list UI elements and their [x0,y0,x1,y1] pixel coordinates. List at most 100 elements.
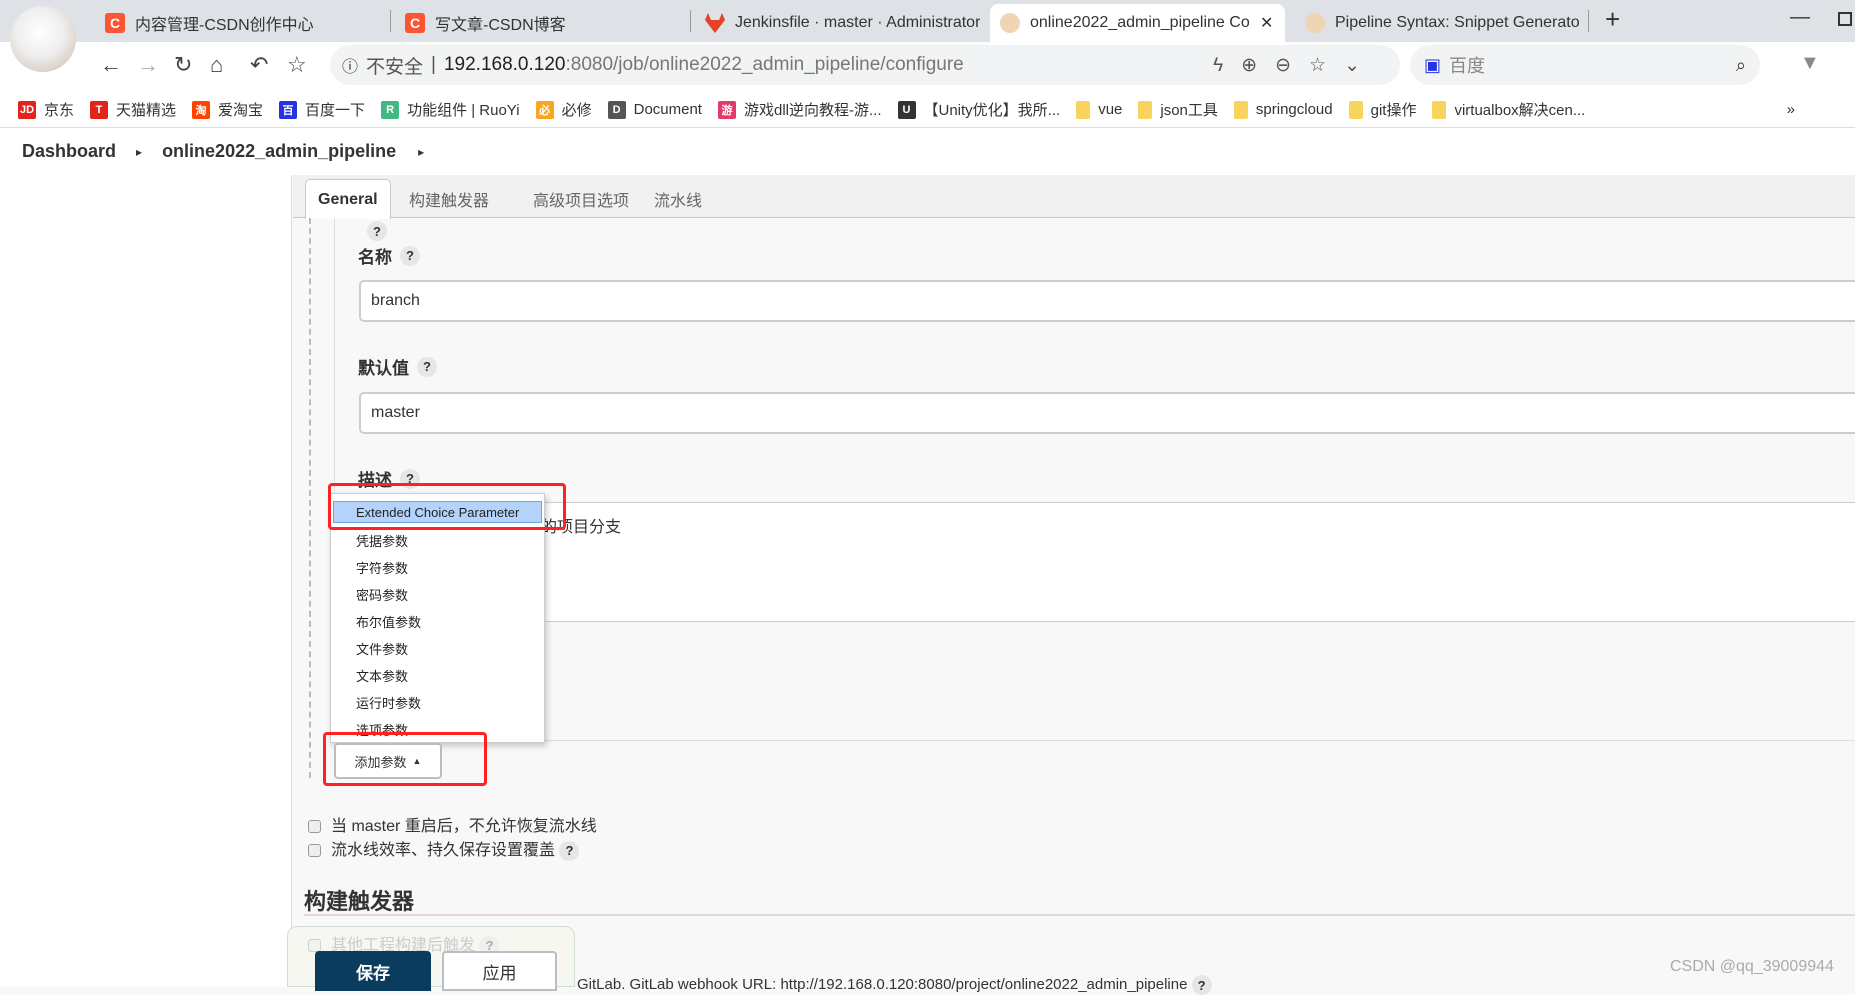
bookmark-label: 京东 [44,102,75,119]
highlight-box [328,483,566,530]
name-label: 名称? [358,243,420,268]
gitlab-icon [705,13,725,33]
help-icon[interactable]: ? [367,221,387,241]
info-icon: ⓘ [342,59,359,76]
maximize-icon[interactable] [1838,12,1852,26]
menu-item[interactable]: 文件参数 [331,635,544,662]
menu-item[interactable]: 运行时参数 [331,689,544,716]
browser-tab[interactable]: C 写文章-CSDN博客 [395,4,685,42]
menu-item[interactable]: 布尔值参数 [331,608,544,635]
tab-advanced[interactable]: 高级项目选项 [521,179,641,219]
home-icon[interactable]: ⌂ [210,52,223,78]
bookmarks-more[interactable]: » [1787,101,1795,118]
option-disable-resume[interactable]: 当 master 重启后，不允许恢复流水线 [308,812,597,836]
bookmark-item[interactable]: virtualbox解决cen... [1432,99,1585,120]
bookmark-label: 必修 [561,102,592,119]
extension-icon[interactable]: ▼ [1800,52,1820,75]
bookmark-icon: 游 [717,100,736,119]
bookmark-icon: R [381,100,400,119]
bookmark-label: 百度一下 [305,102,366,119]
section-heading-triggers: 构建触发器 [304,889,415,914]
bookmark-item[interactable]: U 【Unity优化】我所... [897,99,1061,120]
name-input[interactable]: branch [359,280,1855,322]
menu-item[interactable]: 字符参数 [331,554,544,581]
bookmark-item[interactable]: T 天猫精选 [90,99,176,120]
bookmark-icon: JD [18,100,36,119]
bookmark-label: vue [1098,101,1123,118]
config-tabs: General 构建触发器 高级项目选项 流水线 [293,175,1855,219]
baidu-icon: ▣ [1424,54,1442,75]
divider [334,740,1855,741]
watermark: CSDN @qq_39009944 [1670,958,1834,975]
tab-triggers[interactable]: 构建触发器 [397,179,501,219]
checkbox[interactable] [308,844,321,858]
minimize-icon[interactable]: — [1790,6,1810,29]
search-box[interactable]: ▣ 百度 ⌕ [1410,45,1760,85]
avatar[interactable] [10,6,76,72]
bookmark-item[interactable]: springcloud [1233,99,1333,120]
forward-icon[interactable]: → [137,52,159,78]
bookmark-item[interactable]: D Document [607,99,702,120]
back-icon[interactable]: ← [100,52,122,78]
bookmark-label: 功能组件 | RuoYi [407,102,520,119]
default-value-label: 默认值? [358,354,437,379]
reload-icon[interactable]: ↻ [174,52,192,78]
tab-general[interactable]: General [305,179,391,219]
apply-button[interactable]: 应用 [442,951,557,991]
browser-tab-active[interactable]: online2022_admin_pipeline Config✕ [990,4,1285,42]
bookmarks-bar: JD 京东 T 天猫精选淘爱淘宝百百度一下 R 功能组件 | RuoYi 必必修 D Docum… [0,92,1855,128]
highlight-box [323,732,487,786]
folder-icon [1233,100,1248,119]
option-durability[interactable]: 流水线效率、持久保存设置覆盖 ? [308,836,580,861]
browser-tab-bar: C 内容管理-CSDN创作中心 C 写文章-CSDN博客 Jenkinsfile ·… [0,0,1855,42]
menu-item[interactable]: 文本参数 [331,662,544,689]
save-button[interactable]: 保存 [315,951,431,991]
bookmark-label: 游戏dll逆向教程-游... [743,102,882,119]
browser-tab[interactable]: C 内容管理-CSDN创作中心 [95,4,385,42]
tab-pipeline[interactable]: 流水线 [642,179,714,219]
bookmark-item[interactable]: json工具 [1138,99,1218,120]
star-icon[interactable]: ☆ [287,52,307,78]
menu-item[interactable]: 凭据参数 [331,527,544,554]
breadcrumb-dashboard[interactable]: Dashboard [22,141,116,162]
bookmark-label: 爱淘宝 [218,102,264,119]
divider [304,914,1855,916]
bookmark-label: 【Unity优化】我所... [923,102,1061,119]
bookmark-icon: T [90,100,109,119]
description-textarea[interactable]: 的项目分支 [359,502,1855,622]
browser-tab[interactable]: Pipeline Syntax: Snippet Generator [1295,4,1580,42]
address-bar[interactable]: ⓘ 不安全 | 192.168.0.120:8080/job/online2022… [330,45,1400,85]
add-parameter-menu: Extended Choice Parameter 凭据参数 字符参数 密码参数 布尔值… [330,493,545,743]
bookmark-item[interactable]: 百百度一下 [279,99,365,120]
bookmark-item[interactable]: git操作 [1348,99,1417,120]
jenkins-icon [1305,13,1325,33]
bookmark-label: git操作 [1370,102,1417,119]
help-icon[interactable]: ? [559,840,580,861]
new-tab-button[interactable]: + [1605,4,1620,35]
undo-icon[interactable]: ↶ [250,52,268,78]
chevron-right-icon[interactable]: ▸ [418,145,424,159]
side-panel [0,175,292,987]
help-icon[interactable]: ? [1191,975,1212,995]
help-icon[interactable]: ? [417,356,437,377]
browser-tab[interactable]: Jenkinsfile · master · Administrator [695,4,980,42]
search-icon[interactable]: ⌕ [1736,55,1746,76]
chevron-right-icon[interactable]: ▸ [136,145,142,159]
folder-icon [1138,100,1153,119]
bookmark-label: json工具 [1160,102,1218,119]
bookmark-item[interactable]: JD 京东 [18,99,74,120]
bookmark-item[interactable]: vue [1076,99,1122,120]
address-actions-icons[interactable]: ϟ⊕⊖☆⌄ [1213,54,1378,77]
bookmark-item[interactable]: 淘爱淘宝 [192,99,263,120]
bookmark-item[interactable]: 游游戏dll逆向教程-游... [717,99,882,120]
menu-item[interactable]: 密码参数 [331,581,544,608]
bookmark-item[interactable]: 必必修 [535,99,592,120]
default-value-input[interactable]: master [359,392,1855,434]
help-icon[interactable]: ? [400,245,420,266]
breadcrumb-job[interactable]: online2022_admin_pipeline [162,141,396,162]
breadcrumb: Dashboard ▸ online2022_admin_pipeline ▸ [0,128,1855,175]
close-tab-icon[interactable]: ✕ [1260,13,1273,33]
checkbox[interactable] [308,820,321,834]
folder-icon [1348,100,1363,119]
bookmark-item[interactable]: R 功能组件 | RuoYi [381,99,520,120]
